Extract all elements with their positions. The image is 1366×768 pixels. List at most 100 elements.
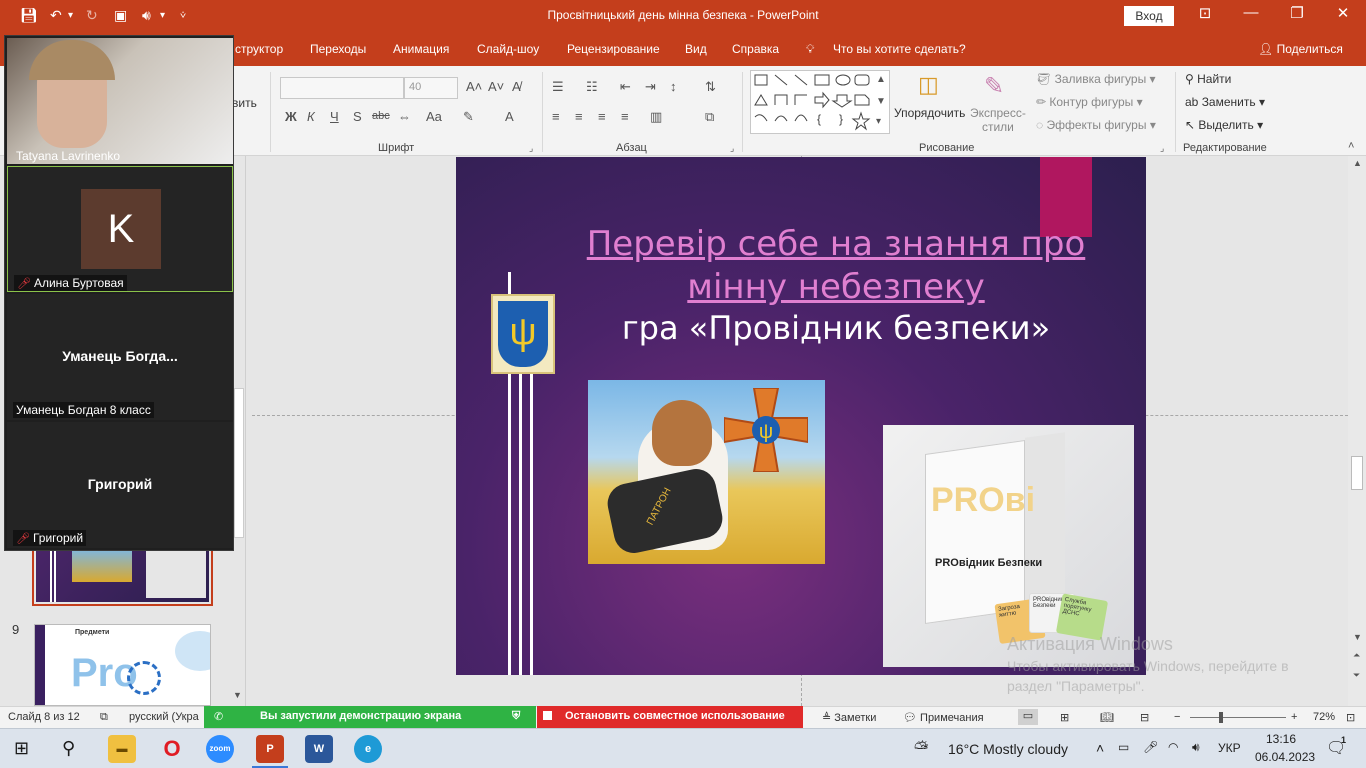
tab-design[interactable]: структор [235, 42, 283, 56]
bullets-icon[interactable]: ☰ [552, 79, 564, 95]
wifi-icon[interactable]: ◠ [1168, 740, 1178, 754]
highlight-icon[interactable]: ✎ [463, 109, 474, 125]
select-button[interactable]: ↖ Выделить ▾ [1185, 118, 1263, 132]
tab-help[interactable]: Справка [732, 42, 779, 56]
next-slide-icon[interactable]: ⏷ [1353, 670, 1360, 681]
patron-dog-image[interactable]: ψ ПАТРОН [588, 380, 825, 564]
shrink-font-icon[interactable]: A˅ [488, 79, 504, 94]
replace-button[interactable]: ab Заменить ▾ [1185, 95, 1265, 109]
quick-styles-button[interactable]: Экспресс- стили [970, 106, 1026, 134]
justify-icon[interactable]: ≡ [621, 109, 629, 124]
columns-icon[interactable]: ▥ [650, 109, 662, 125]
game-box-image[interactable]: PROві PROвідник Безпеки Загроза життю PR… [883, 425, 1134, 667]
maximize-icon[interactable]: ❐ [1282, 4, 1312, 22]
underline-button[interactable]: Ч [330, 109, 339, 124]
search-icon[interactable]: ⚲ [62, 738, 75, 759]
font-size-combo[interactable]: 40 [404, 77, 458, 99]
smartart-icon[interactable]: ⧉ [705, 109, 714, 125]
zoom-participants-panel[interactable]: Tatyana Lavrinenko K 🎤︎ Алина Буртовая Ум… [4, 35, 234, 551]
text-direction-icon[interactable]: ⇅ [705, 79, 716, 95]
notes-button[interactable]: ≜ Заметки [822, 711, 876, 724]
gallery-scroll-down-icon[interactable]: ▼ [876, 96, 886, 107]
increase-indent-icon[interactable]: ⇥ [645, 79, 656, 95]
accessibility-icon[interactable]: ⧉ [100, 711, 108, 724]
tell-me-search[interactable]: Что вы хотите сделать? [833, 42, 966, 56]
align-center-icon[interactable]: ≡ [575, 109, 583, 124]
file-explorer-icon[interactable]: ▬ [108, 735, 136, 763]
zoom-in-icon[interactable]: + [1291, 711, 1297, 723]
edge-icon[interactable]: e [354, 735, 382, 763]
participant-tile[interactable]: Уманець Богда... Уманець Богдан 8 класс [7, 294, 233, 420]
char-spacing-icon[interactable]: ⇔ [398, 109, 411, 124]
tray-overflow-icon[interactable]: ˄ [1096, 740, 1104, 756]
arrange-button[interactable]: Упорядочить [894, 106, 965, 120]
normal-view-icon[interactable]: ▭ [1018, 709, 1038, 725]
scrollbar-thumb[interactable] [1351, 456, 1363, 490]
shape-fill-button[interactable]: 🪣︎ Заливка фигуры ▾ [1036, 72, 1156, 86]
grow-font-icon[interactable]: A˄ [466, 79, 482, 94]
decrease-indent-icon[interactable]: ⇤ [620, 79, 631, 95]
find-button[interactable]: ⚲ Найти [1185, 72, 1231, 86]
weather-icon[interactable]: ⛅︎ [914, 738, 928, 759]
minimize-icon[interactable]: — [1236, 4, 1266, 21]
screen-share-notice[interactable]: ✆ Вы запустили демонстрацию экрана ⛨ [204, 706, 536, 728]
participant-tile[interactable]: K 🎤︎ Алина Буртовая [7, 166, 233, 292]
reading-view-icon[interactable]: 📖︎ [1100, 711, 1114, 724]
windows-start-icon[interactable]: ⊞ [14, 738, 29, 759]
slideshow-view-icon[interactable]: ⊟ [1140, 711, 1149, 724]
zoom-out-icon[interactable]: − [1174, 711, 1180, 723]
zoom-app-icon[interactable]: zoom [206, 735, 234, 763]
tab-animations[interactable]: Анимация [393, 42, 449, 56]
language-indicator[interactable]: русский (Укра [129, 711, 199, 723]
strikethrough-button[interactable]: abc [372, 110, 390, 122]
zoom-slider-thumb[interactable] [1219, 712, 1223, 723]
thumbnail-slide-9[interactable]: Предмети Pro [34, 624, 211, 706]
comments-button[interactable]: 💬︎ Примечания [903, 711, 984, 724]
scroll-down-icon[interactable]: ▼ [1353, 632, 1362, 642]
font-color-icon[interactable]: A [505, 109, 514, 124]
slide-sorter-icon[interactable]: ⊞ [1060, 711, 1069, 724]
shape-effects-button[interactable]: ◌ Эффекты фигуры ▾ [1036, 118, 1156, 132]
slide-canvas[interactable]: ψ Перевір себе на знання про мінну небез… [456, 157, 1146, 675]
paragraph-dialog-launcher-icon[interactable]: ⌟ [730, 143, 734, 154]
slide-subtitle[interactable]: гра «Провідник безпеки» [556, 309, 1116, 347]
tab-slideshow[interactable]: Слайд-шоу [477, 42, 539, 56]
keyboard-language[interactable]: УКР [1218, 741, 1241, 755]
shape-outline-button[interactable]: ✏︎ Контур фигуры ▾ [1036, 95, 1143, 109]
shapes-gallery[interactable]: { } [750, 70, 890, 134]
ribbon-display-icon[interactable]: ⊡ [1190, 4, 1220, 22]
word-icon[interactable]: W [305, 735, 333, 763]
signin-button[interactable]: Вход [1124, 6, 1174, 26]
new-slide-partial-label[interactable]: вить [232, 96, 257, 110]
participant-tile[interactable]: Григорий 🎤︎ Григорий [7, 422, 233, 548]
share-button[interactable]: 👤︎ Поделиться [1258, 42, 1343, 56]
clock-date[interactable]: 06.04.2023 [1255, 750, 1315, 764]
numbering-icon[interactable]: ☷ [586, 79, 598, 95]
vertical-scrollbar[interactable]: ▲ ▼ ⏶ ⏷ [1348, 156, 1366, 706]
align-left-icon[interactable]: ≡ [552, 109, 560, 124]
fit-to-window-icon[interactable]: ⊡ [1346, 711, 1355, 724]
collapse-ribbon-icon[interactable]: ˄ [1348, 140, 1354, 152]
tab-view[interactable]: Вид [685, 42, 707, 56]
slide-title[interactable]: Перевір себе на знання про мінну небезпе… [556, 223, 1116, 309]
microphone-icon[interactable]: 🎤︎ [1143, 740, 1158, 754]
bold-button[interactable]: Ж [285, 109, 297, 124]
thumbs-scrollbar-thumb[interactable] [234, 388, 244, 538]
text-shadow-button[interactable]: S [353, 109, 362, 124]
previous-slide-icon[interactable]: ⏶ [1353, 650, 1360, 661]
participant-tile[interactable]: Tatyana Lavrinenko [7, 38, 233, 164]
tab-review[interactable]: Рецензирование [567, 42, 660, 56]
clock-time[interactable]: 13:16 [1266, 732, 1296, 746]
battery-icon[interactable]: ▭ [1118, 740, 1129, 754]
font-family-combo[interactable] [280, 77, 404, 99]
scroll-up-icon[interactable]: ▲ [1353, 158, 1362, 168]
gallery-scroll-up-icon[interactable]: ▲ [876, 74, 886, 85]
font-dialog-launcher-icon[interactable]: ⌟ [529, 143, 533, 154]
change-case-button[interactable]: Aa [426, 109, 442, 124]
volume-icon[interactable]: 🔊︎ [1192, 740, 1200, 755]
zoom-slider-track[interactable] [1190, 717, 1286, 718]
thumbs-scroll-down-icon[interactable]: ▼ [233, 690, 242, 700]
clear-format-icon[interactable]: A̸ [512, 79, 521, 94]
italic-button[interactable]: К [307, 109, 315, 124]
zoom-level[interactable]: 72% [1313, 711, 1335, 723]
